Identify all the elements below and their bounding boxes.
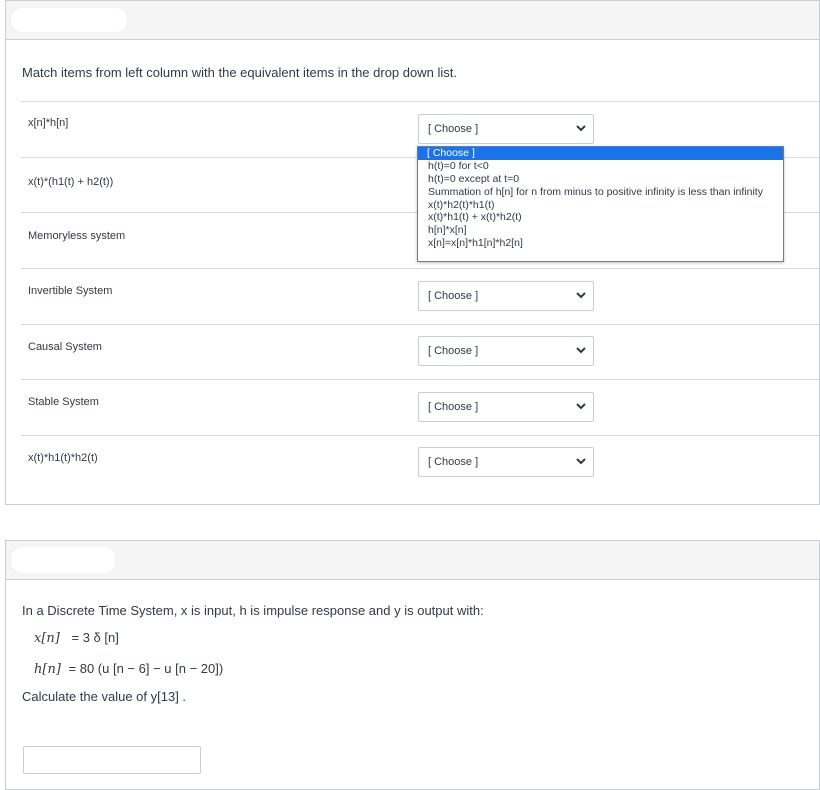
chevron-down-icon [576,125,586,132]
match-item-label: x(t)*(h1(t) + h2(t)) [28,176,114,188]
question-2-card: In a Discrete Time System, x is input, h… [5,540,820,790]
chevron-down-icon [576,347,586,354]
match-item-label: Invertible System [28,285,113,297]
chevron-down-icon [576,292,586,299]
dropdown-selected-value: [ Choose ] [428,290,479,302]
dropdown-option[interactable]: h[n]*x[n] [418,224,783,237]
dropdown-selected-value: [ Choose ] [428,401,479,413]
match-item-label: Memoryless system [28,230,126,242]
match-dropdown-1[interactable]: [ Choose ] [418,114,594,144]
question-1-title-redacted [11,8,127,32]
question-2-intro: In a Discrete Time System, x is input, h… [22,603,484,618]
question-2-header [6,541,819,580]
match-item-label: Stable System [28,396,99,408]
match-dropdown-5[interactable]: [ Choose ] [418,336,594,366]
dropdown-option[interactable]: [ Choose ] [418,147,783,160]
question-2-title-redacted [11,547,115,573]
match-item-label: x(t)*h1(t)*h2(t) [28,452,98,464]
row-divider [21,379,819,380]
dropdown-selected-value: [ Choose ] [428,345,479,357]
question-1-card: Match items from left column with the eq… [5,0,820,505]
dropdown-selected-value: [ Choose ] [428,456,479,468]
dropdown-option[interactable]: x(t)*h1(t) + x(t)*h2(t) [418,211,783,224]
row-divider [21,101,819,102]
dropdown-option[interactable]: x[n]=x[n]*h1[n]*h2[n] [418,237,783,250]
question-2-prompt: Calculate the value of y[13] . [22,689,187,704]
dropdown-selected-value: [ Choose ] [428,123,479,135]
dropdown-option[interactable]: x(t)*h2(t)*h1(t) [418,199,783,212]
match-item-label: x[n]*h[n] [28,117,69,129]
dropdown-options-list[interactable]: [ Choose ] h(t)=0 for t<0 h(t)=0 except … [417,146,784,262]
dropdown-option[interactable]: Summation of h[n] for n from minus to po… [418,186,783,199]
match-dropdown-7[interactable]: [ Choose ] [418,447,594,477]
answer-input[interactable] [23,746,201,774]
equation-x: x[n] = 3 δ [n] [34,630,119,646]
row-divider [21,324,819,325]
dropdown-option[interactable]: h(t)=0 for t<0 [418,160,783,173]
equation-x-lhs: x[n] [34,631,60,646]
equation-h: h[n] = 80 (u [n − 6] − u [n − 20]) [34,661,223,677]
match-dropdown-6[interactable]: [ Choose ] [418,392,594,422]
row-divider [21,268,819,269]
chevron-down-icon [576,403,586,410]
equation-h-lhs: h[n] [34,662,61,677]
row-divider [21,435,819,436]
equation-x-rhs: = 3 δ [n] [71,630,119,645]
question-1-header [6,1,819,40]
match-dropdown-4[interactable]: [ Choose ] [418,281,594,311]
question-1-instruction: Match items from left column with the eq… [22,65,457,80]
equation-h-rhs: = 80 (u [n − 6] − u [n − 20]) [68,661,224,676]
dropdown-option[interactable]: h(t)=0 except at t=0 [418,173,783,186]
chevron-down-icon [576,458,586,465]
match-item-label: Causal System [28,341,102,353]
